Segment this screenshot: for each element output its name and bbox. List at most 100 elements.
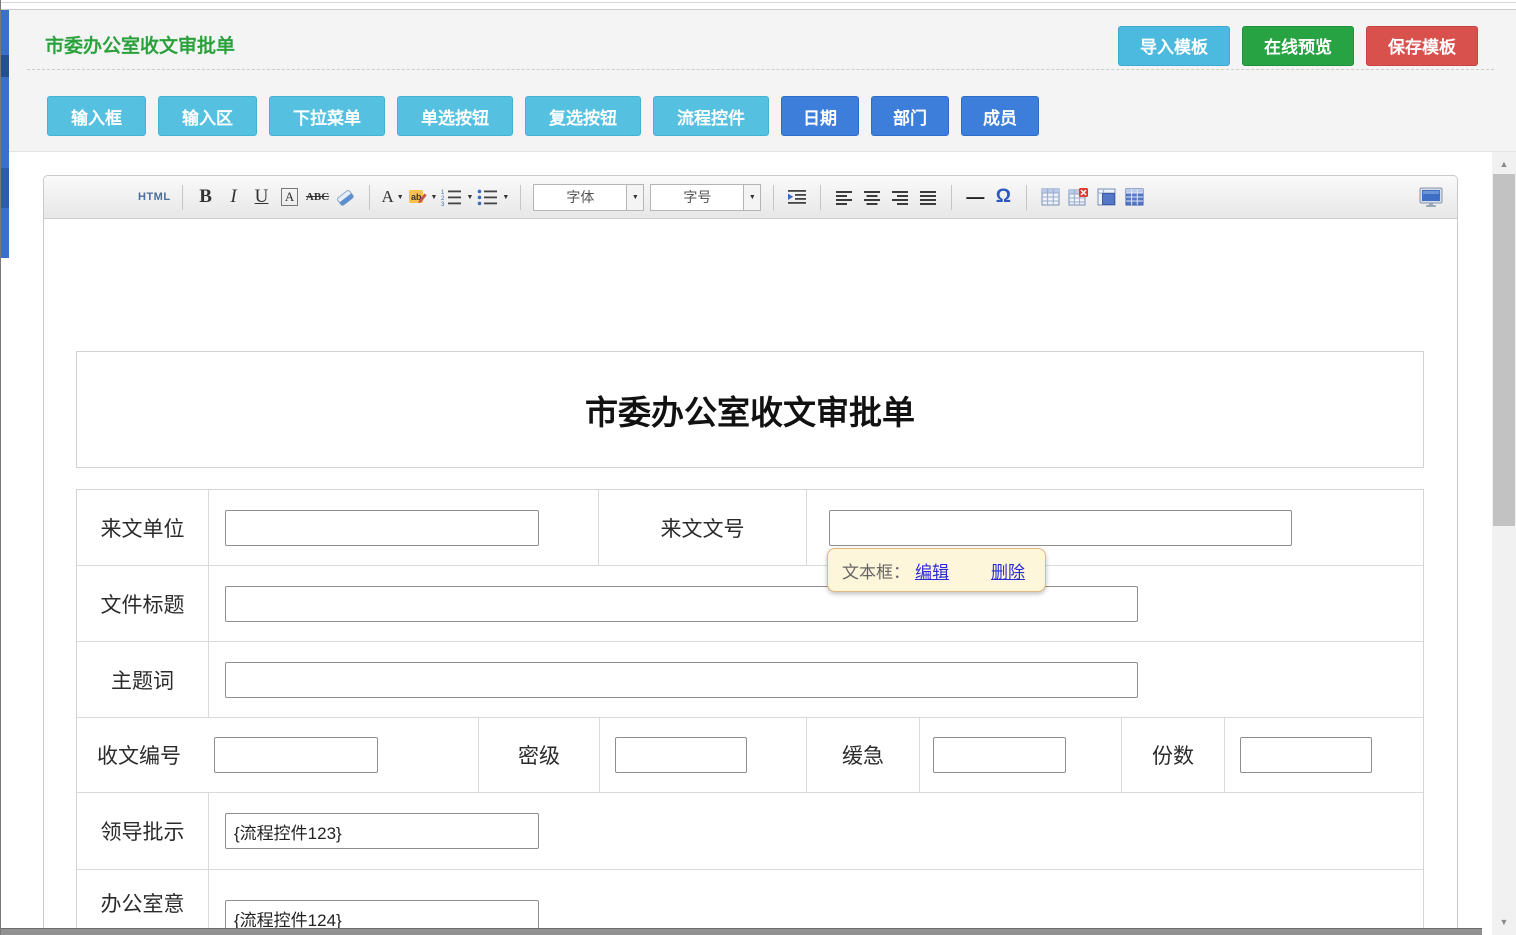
horizontal-rule-icon[interactable]: — xyxy=(963,183,987,211)
left-edge-panel-mark xyxy=(1,168,9,208)
widget-department-button[interactable]: 部门 xyxy=(871,96,949,136)
table-properties-icon[interactable] xyxy=(1122,183,1146,211)
ordered-list-caret-icon: ▼ xyxy=(466,194,473,201)
cell-receipt-number: 收文编号 xyxy=(77,718,479,792)
widget-dropdown-button[interactable]: 下拉菜单 xyxy=(269,96,385,136)
online-preview-button[interactable]: 在线预览 xyxy=(1242,26,1354,66)
widget-checkbox-button[interactable]: 复选按钮 xyxy=(525,96,641,136)
widget-member-button[interactable]: 成员 xyxy=(961,96,1039,136)
bold-icon[interactable]: B xyxy=(194,183,218,211)
indent-icon[interactable] xyxy=(785,183,809,211)
align-right-icon[interactable] xyxy=(888,183,912,211)
toolbar-separator xyxy=(520,185,521,210)
label-office-opinion: 办公室意 xyxy=(77,870,209,935)
widget-input-box-button[interactable]: 输入框 xyxy=(47,96,146,136)
table-row: 来文单位 来文文号 xyxy=(77,490,1423,565)
label-urgency: 缓急 xyxy=(807,718,920,792)
editor-toolbar: HTML B I U A ABC A ▼ ab ▼ 123 ▼ ▼ 字体 ▼ xyxy=(44,176,1457,219)
cell-leader-instructions xyxy=(209,793,1423,869)
table-row: 主题词 xyxy=(77,641,1423,717)
tooltip-label: 文本框： xyxy=(842,558,910,583)
svg-text:3: 3 xyxy=(441,202,445,206)
receipt-number-input[interactable] xyxy=(214,737,378,773)
cell-subject-words xyxy=(209,642,1423,717)
tooltip-delete-link[interactable]: 删除 xyxy=(991,558,1025,583)
document-title-box[interactable]: 市委办公室收文审批单 xyxy=(76,351,1424,468)
page-header: 市委办公室收文审批单 导入模板 在线预览 保存模板 输入框 输入区 下拉菜单 单… xyxy=(1,9,1516,152)
highlight-color-icon[interactable]: ab ▼ xyxy=(409,183,438,211)
delete-table-icon[interactable] xyxy=(1066,183,1090,211)
tooltip-edit-link[interactable]: 编辑 xyxy=(915,558,949,583)
window-top-edge xyxy=(0,2,1516,3)
fullscreen-preview-icon[interactable] xyxy=(1419,183,1443,211)
align-center-icon[interactable] xyxy=(860,183,884,211)
vertical-scrollbar[interactable]: ▲ ▼ xyxy=(1492,152,1516,935)
left-edge-panel xyxy=(1,10,9,258)
special-char-icon[interactable]: Ω xyxy=(991,183,1015,211)
header-title-row: 市委办公室收文审批单 导入模板 在线预览 保存模板 xyxy=(27,10,1494,70)
copies-count-input[interactable] xyxy=(1240,737,1372,773)
font-size-select[interactable]: 字号 ▼ xyxy=(650,184,761,211)
import-template-button[interactable]: 导入模板 xyxy=(1118,26,1230,66)
widget-date-button[interactable]: 日期 xyxy=(781,96,859,136)
label-copies-count: 份数 xyxy=(1122,718,1225,792)
font-attribute-icon[interactable]: A xyxy=(278,183,302,211)
widget-textarea-button[interactable]: 输入区 xyxy=(158,96,257,136)
text-color-icon[interactable]: A ▼ xyxy=(381,183,405,211)
control-tooltip: 文本框： 编辑 删除 xyxy=(827,548,1046,592)
underline-icon[interactable]: U xyxy=(250,183,274,211)
label-secrecy-level: 密级 xyxy=(479,718,600,792)
highlight-caret-icon: ▼ xyxy=(431,194,438,201)
unordered-list-caret-icon: ▼ xyxy=(502,194,509,201)
incoming-unit-input[interactable] xyxy=(225,510,539,546)
insert-table-icon[interactable] xyxy=(1038,183,1062,211)
label-leader-instructions: 领导批示 xyxy=(77,793,209,869)
unordered-list-icon[interactable]: ▼ xyxy=(477,183,509,211)
label-incoming-doc-number: 来文文号 xyxy=(599,490,807,565)
secrecy-level-input[interactable] xyxy=(615,737,747,773)
toolbar-separator xyxy=(773,185,774,210)
italic-icon[interactable]: I xyxy=(222,183,246,211)
table-row: 收文编号 密级 缓急 份数 xyxy=(77,717,1423,792)
strikethrough-icon[interactable]: ABC xyxy=(306,183,330,211)
font-family-caret-icon: ▼ xyxy=(626,185,643,210)
urgency-input[interactable] xyxy=(933,737,1066,773)
toolbar-separator xyxy=(820,185,821,210)
align-justify-icon[interactable] xyxy=(916,183,940,211)
label-subject-words: 主题词 xyxy=(77,642,209,717)
toolbar-separator xyxy=(369,185,370,210)
align-left-icon[interactable] xyxy=(832,183,856,211)
scroll-up-icon[interactable]: ▲ xyxy=(1492,155,1516,173)
font-family-select[interactable]: 字体 ▼ xyxy=(533,184,644,211)
cell-document-title xyxy=(209,566,1423,641)
cell-properties-icon[interactable] xyxy=(1094,183,1118,211)
ordered-list-icon[interactable]: 123 ▼ xyxy=(441,183,473,211)
cell-incoming-unit xyxy=(209,490,599,565)
label-document-title: 文件标题 xyxy=(77,566,209,641)
rich-text-editor: HTML B I U A ABC A ▼ ab ▼ 123 ▼ ▼ 字体 ▼ xyxy=(43,175,1458,935)
eraser-icon[interactable] xyxy=(334,183,358,211)
widget-radio-button[interactable]: 单选按钮 xyxy=(397,96,513,136)
table-row: 领导批示 xyxy=(77,792,1423,869)
incoming-doc-number-input[interactable] xyxy=(829,510,1292,546)
subject-words-input[interactable] xyxy=(225,662,1138,698)
html-source-icon[interactable]: HTML xyxy=(138,183,171,211)
page-title: 市委办公室收文审批单 xyxy=(45,31,235,58)
scroll-down-icon[interactable]: ▼ xyxy=(1492,913,1516,931)
scrollbar-thumb[interactable] xyxy=(1493,174,1515,526)
widget-button-row: 输入框 输入区 下拉菜单 单选按钮 复选按钮 流程控件 日期 部门 成员 xyxy=(47,96,1516,136)
widget-flow-control-button[interactable]: 流程控件 xyxy=(653,96,769,136)
table-row: 办公室意 xyxy=(77,869,1423,935)
cell-urgency xyxy=(920,718,1122,792)
toolbar-separator xyxy=(1026,185,1027,210)
text-color-caret-icon: ▼ xyxy=(397,194,404,201)
label-receipt-number: 收文编号 xyxy=(97,740,181,770)
leader-instructions-input[interactable] xyxy=(225,813,539,849)
header-actions: 导入模板 在线预览 保存模板 xyxy=(1118,26,1478,66)
table-row: 文件标题 xyxy=(77,565,1423,641)
window-bottom-bar xyxy=(0,928,1482,935)
form-table: 来文单位 来文文号 文件标题 主题词 xyxy=(76,489,1424,935)
save-template-button[interactable]: 保存模板 xyxy=(1366,26,1478,66)
toolbar-separator xyxy=(182,185,183,210)
font-size-caret-icon: ▼ xyxy=(743,185,760,210)
